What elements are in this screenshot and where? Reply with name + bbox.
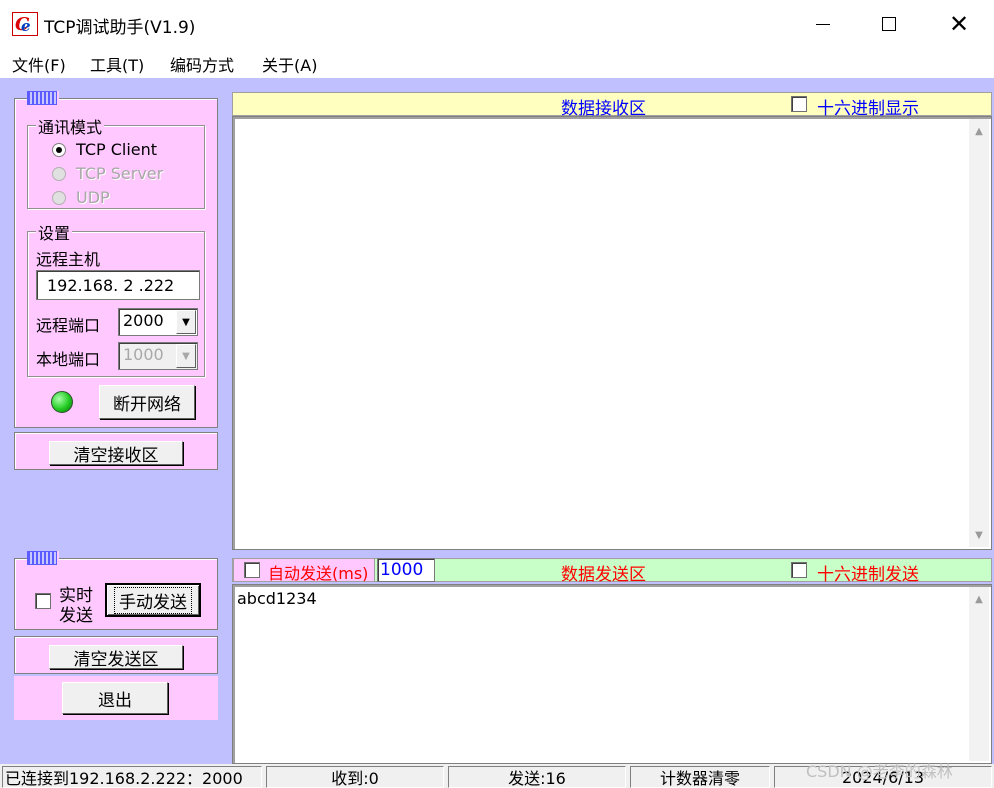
send-content: abcd1234 <box>237 589 317 608</box>
status-received: 收到:0 <box>266 766 444 788</box>
minimize-button[interactable] <box>788 0 858 48</box>
radio-selected-icon <box>52 142 66 157</box>
chevron-down-icon[interactable]: ▼ <box>176 310 196 334</box>
menu-about[interactable]: 关于(A) <box>262 52 317 76</box>
client-area: 通讯模式 TCP Client TCP Server UDP 设置 远程主机 1… <box>0 78 994 788</box>
maximize-icon <box>882 17 896 31</box>
clear-send-panel: 清空发送区 <box>14 636 218 674</box>
radio-tcp-server-label: TCP Server <box>76 164 164 183</box>
send-scrollbar[interactable]: ▲ <box>969 587 989 761</box>
settings-group: 设置 远程主机 192.168. 2 .222 远程端口 2000 ▼ 本地端口… <box>27 220 205 377</box>
panel-grip-icon <box>27 91 59 105</box>
receive-header: 数据接收区 十六进制显示 <box>232 92 992 119</box>
maximize-button[interactable] <box>854 0 924 48</box>
hex-send-label: 十六进制发送 <box>817 565 919 585</box>
scroll-up-icon[interactable]: ▲ <box>969 121 989 141</box>
clear-send-button[interactable]: 清空发送区 <box>49 645 183 670</box>
send-header: 自动发送(ms) 1000 数据发送区 十六进制发送 <box>232 558 992 585</box>
title-bar: Ce TCP调试助手(V1.9) ✕ <box>0 0 994 48</box>
remote-host-label: 远程主机 <box>36 250 101 269</box>
radio-tcp-server: TCP Server <box>52 164 163 183</box>
send-control-panel: 实时 发送 手动发送 <box>14 551 218 630</box>
settings-label: 设置 <box>36 220 73 244</box>
auto-send-box: 自动发送(ms) <box>233 558 375 583</box>
connection-status-led <box>51 391 73 413</box>
auto-send-label: 自动发送(ms) <box>268 564 369 583</box>
connection-panel: 通讯模式 TCP Client TCP Server UDP 设置 远程主机 1… <box>14 91 218 428</box>
minimize-icon <box>816 23 830 25</box>
close-icon: ✕ <box>948 10 970 38</box>
scroll-down-icon[interactable]: ▼ <box>969 525 989 545</box>
scroll-up-icon[interactable]: ▲ <box>969 589 989 609</box>
watermark: CSDN @老李的森林 <box>806 762 953 781</box>
menu-bar: 文件(F) 工具(T) 编码方式 关于(A) <box>0 48 994 78</box>
status-connection: 已连接到192.168.2.222：2000 <box>2 766 262 788</box>
local-port-label: 本地端口 <box>36 350 101 369</box>
receive-textarea[interactable]: ▲ ▼ <box>232 116 992 550</box>
auto-send-interval-input[interactable]: 1000 <box>377 558 435 582</box>
radio-disabled-icon <box>52 190 66 205</box>
clear-receive-button[interactable]: 清空接收区 <box>49 441 183 466</box>
receive-scrollbar[interactable]: ▲ ▼ <box>969 119 989 547</box>
radio-udp: UDP <box>52 188 110 207</box>
menu-file[interactable]: 文件(F) <box>12 52 66 76</box>
remote-port-value: 2000 <box>123 311 164 330</box>
hex-send-checkbox[interactable] <box>791 562 807 578</box>
close-button[interactable]: ✕ <box>924 0 994 48</box>
disconnect-button[interactable]: 断开网络 <box>99 385 195 419</box>
realtime-send-label-2: 发送 <box>59 606 93 626</box>
local-port-select: 1000 ▼ <box>118 342 198 370</box>
clear-receive-panel: 清空接收区 <box>14 432 218 470</box>
app-logo-icon: Ce <box>12 12 38 36</box>
panel-grip-icon <box>27 551 59 565</box>
radio-udp-label: UDP <box>76 188 110 207</box>
manual-send-button[interactable]: 手动发送 <box>105 583 201 617</box>
exit-panel: 退出 <box>14 676 218 720</box>
send-textarea[interactable]: abcd1234 ▲ <box>232 584 992 764</box>
send-area-title: 数据发送区 <box>561 565 646 585</box>
status-sent: 发送:16 <box>448 766 626 788</box>
realtime-send-checkbox[interactable] <box>35 593 51 609</box>
radio-disabled-icon <box>52 166 66 181</box>
reset-counter-button[interactable]: 计数器清零 <box>630 766 770 788</box>
auto-send-checkbox[interactable] <box>244 562 260 578</box>
exit-button[interactable]: 退出 <box>62 682 168 714</box>
remote-port-select[interactable]: 2000 ▼ <box>118 308 198 336</box>
chevron-down-icon: ▼ <box>176 344 196 368</box>
comm-mode-label: 通讯模式 <box>36 114 105 138</box>
hex-display-checkbox[interactable] <box>791 96 807 112</box>
manual-send-label: 手动发送 <box>114 586 192 614</box>
comm-mode-group: 通讯模式 TCP Client TCP Server UDP <box>27 114 205 209</box>
remote-port-label: 远程端口 <box>36 316 101 335</box>
radio-tcp-client[interactable]: TCP Client <box>52 140 157 159</box>
local-port-value: 1000 <box>123 345 164 364</box>
menu-encoding[interactable]: 编码方式 <box>170 52 234 76</box>
window-title: TCP调试助手(V1.9) <box>44 18 196 38</box>
radio-tcp-client-label: TCP Client <box>76 140 158 159</box>
remote-host-input[interactable]: 192.168. 2 .222 <box>36 270 200 300</box>
menu-tools[interactable]: 工具(T) <box>90 52 144 76</box>
